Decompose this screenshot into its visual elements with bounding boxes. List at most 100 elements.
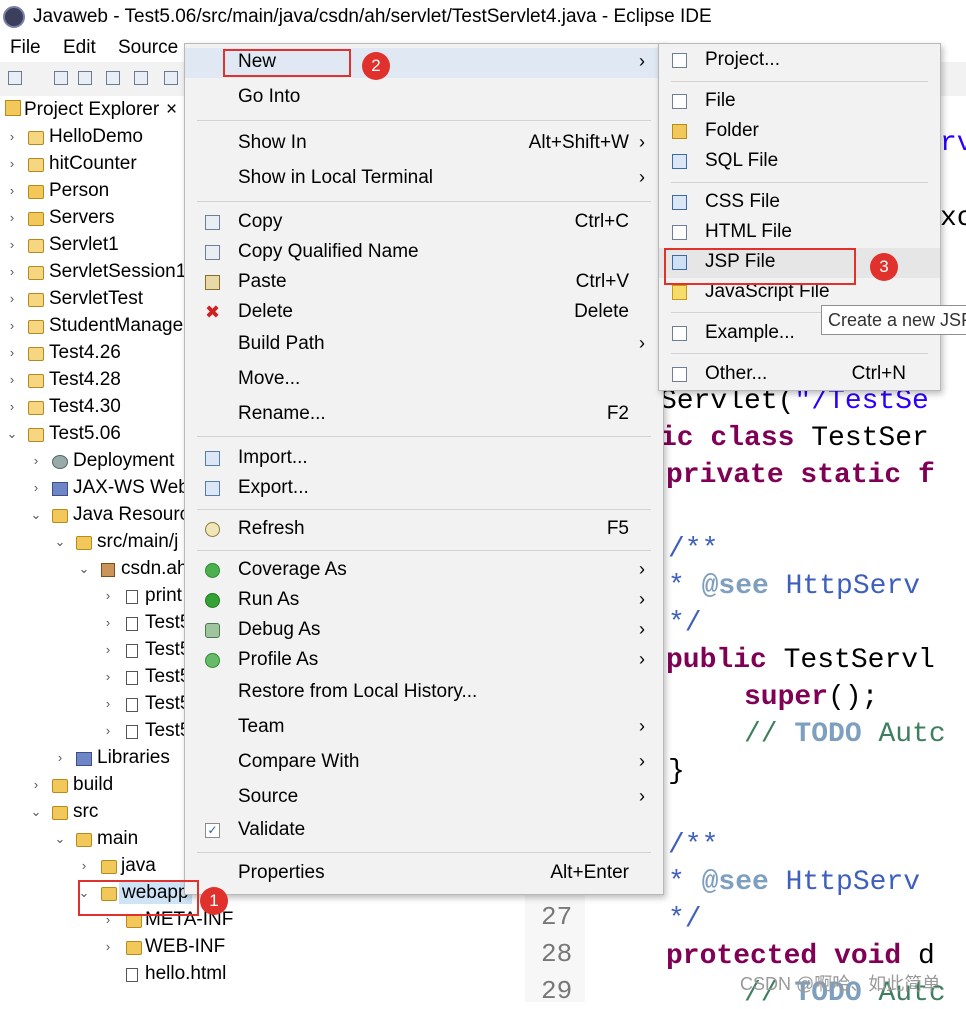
chevron-right-icon[interactable]: › [30, 777, 42, 792]
chevron-right-icon[interactable]: › [30, 480, 42, 495]
java-file-icon [126, 590, 138, 604]
submenu-item-file[interactable]: File [659, 87, 940, 117]
chevron-right-icon: › [639, 559, 645, 579]
menu-item-copy[interactable]: Copy Ctrl+C [185, 208, 663, 238]
chevron-right-icon[interactable]: › [102, 669, 114, 684]
chevron-right-icon[interactable]: › [6, 345, 18, 360]
menu-item-paste[interactable]: Paste Ctrl+V [185, 268, 663, 298]
chevron-down-icon[interactable]: ⌄ [78, 561, 90, 577]
chevron-right-icon[interactable]: › [6, 264, 18, 279]
menu-item-source[interactable]: Source › [185, 783, 663, 813]
folder-icon [101, 860, 117, 874]
code-fragment: ic class TestSer [660, 423, 929, 454]
chevron-right-icon[interactable]: › [6, 183, 18, 198]
menu-separator [197, 550, 651, 551]
submenu-item-other[interactable]: Other... Ctrl+N [659, 360, 940, 390]
chevron-right-icon[interactable]: › [6, 156, 18, 171]
deployment-icon [52, 455, 68, 469]
submenu-item-css-file[interactable]: CSS File [659, 188, 940, 218]
menu-item-validate[interactable]: ✓ Validate [185, 816, 663, 846]
skip-breakpoints-icon[interactable] [134, 71, 148, 85]
chevron-right-icon[interactable]: › [6, 210, 18, 225]
menu-item-debug-as[interactable]: Debug As › [185, 616, 663, 646]
menu-item-copy-qualified-name[interactable]: Copy Qualified Name [185, 238, 663, 268]
project-icon [28, 239, 44, 253]
project-explorer-icon [5, 100, 21, 116]
chevron-right-icon[interactable]: › [6, 318, 18, 333]
menu-separator [197, 509, 651, 510]
close-icon[interactable]: × [166, 99, 177, 121]
export-icon [205, 481, 220, 496]
new-wizard-icon[interactable] [8, 71, 22, 85]
save-all-icon[interactable] [78, 71, 92, 85]
tooltip: Create a new JSP [821, 305, 966, 335]
folder-icon [126, 941, 142, 955]
run-icon [205, 593, 220, 608]
chevron-right-icon[interactable]: › [78, 858, 90, 873]
chevron-right-icon: › [639, 132, 645, 152]
annotation-box-new [223, 49, 351, 77]
chevron-down-icon[interactable]: ⌄ [54, 831, 66, 847]
chevron-down-icon[interactable]: ⌄ [30, 507, 42, 523]
tab-project-explorer[interactable]: Project Explorer × [0, 96, 185, 124]
chevron-right-icon[interactable]: › [6, 372, 18, 387]
chevron-down-icon[interactable]: ⌄ [6, 426, 18, 442]
menu-item-profile-as[interactable]: Profile As › [185, 646, 663, 676]
chevron-right-icon: › [639, 167, 645, 187]
chevron-right-icon[interactable]: › [102, 696, 114, 711]
menu-item-team[interactable]: Team › [185, 713, 663, 743]
chevron-right-icon[interactable]: › [6, 237, 18, 252]
menu-item-properties[interactable]: Properties Alt+Enter [185, 859, 663, 889]
menu-item-show-in[interactable]: Show In Alt+Shift+W › [185, 129, 663, 159]
code-fragment: rv [940, 128, 966, 159]
menu-file[interactable]: File [10, 37, 41, 59]
chevron-right-icon[interactable]: › [102, 588, 114, 603]
chevron-right-icon[interactable]: › [54, 750, 66, 765]
chevron-right-icon: › [639, 619, 645, 639]
chevron-right-icon[interactable]: › [102, 723, 114, 738]
menu-item-move[interactable]: Move... [185, 365, 663, 395]
chevron-down-icon[interactable]: ⌄ [54, 534, 66, 550]
menu-item-show-in-local-terminal[interactable]: Show in Local Terminal › [185, 164, 663, 194]
chevron-right-icon[interactable]: › [102, 642, 114, 657]
menu-item-coverage-as[interactable]: Coverage As › [185, 556, 663, 586]
resume-icon[interactable] [164, 71, 178, 85]
chevron-right-icon[interactable]: › [102, 615, 114, 630]
menu-separator [671, 81, 928, 82]
menu-item-run-as[interactable]: Run As › [185, 586, 663, 616]
menu-item-refresh[interactable]: Refresh F5 [185, 515, 663, 545]
submenu-item-html-file[interactable]: HTML File [659, 218, 940, 248]
menu-item-compare-with[interactable]: Compare With › [185, 748, 663, 778]
chevron-right-icon: › [639, 589, 645, 609]
submenu-item-folder[interactable]: Folder [659, 117, 940, 147]
chevron-right-icon: › [639, 751, 645, 771]
menu-separator [671, 182, 928, 183]
chevron-right-icon[interactable]: › [6, 129, 18, 144]
new-project-icon [672, 53, 687, 68]
chevron-down-icon[interactable]: ⌄ [30, 804, 42, 820]
submenu-item-project[interactable]: Project... [659, 46, 940, 76]
chevron-right-icon[interactable]: › [6, 291, 18, 306]
chevron-right-icon[interactable]: › [6, 399, 18, 414]
submenu-item-sql-file[interactable]: SQL File [659, 147, 940, 177]
paste-icon [205, 275, 220, 290]
menu-source[interactable]: Source [118, 37, 178, 59]
project-icon [28, 131, 44, 145]
menu-item-export[interactable]: Export... [185, 474, 663, 504]
menu-item-delete[interactable]: ✖ Delete Delete [185, 298, 663, 328]
chevron-right-icon: › [639, 716, 645, 736]
menu-item-go-into[interactable]: Go Into [185, 83, 663, 113]
terminal-icon[interactable] [106, 71, 120, 85]
menu-item-restore-local-history[interactable]: Restore from Local History... [185, 678, 663, 708]
webservice-icon [52, 482, 68, 496]
chevron-right-icon[interactable]: › [102, 939, 114, 954]
example-icon [672, 326, 687, 341]
save-icon[interactable] [54, 71, 68, 85]
chevron-right-icon[interactable]: › [30, 453, 42, 468]
refresh-icon [205, 522, 220, 537]
menu-edit[interactable]: Edit [63, 37, 96, 59]
menu-item-rename[interactable]: Rename... F2 [185, 400, 663, 430]
project-icon [28, 158, 44, 172]
menu-item-build-path[interactable]: Build Path › [185, 330, 663, 360]
menu-item-import[interactable]: Import... [185, 444, 663, 474]
